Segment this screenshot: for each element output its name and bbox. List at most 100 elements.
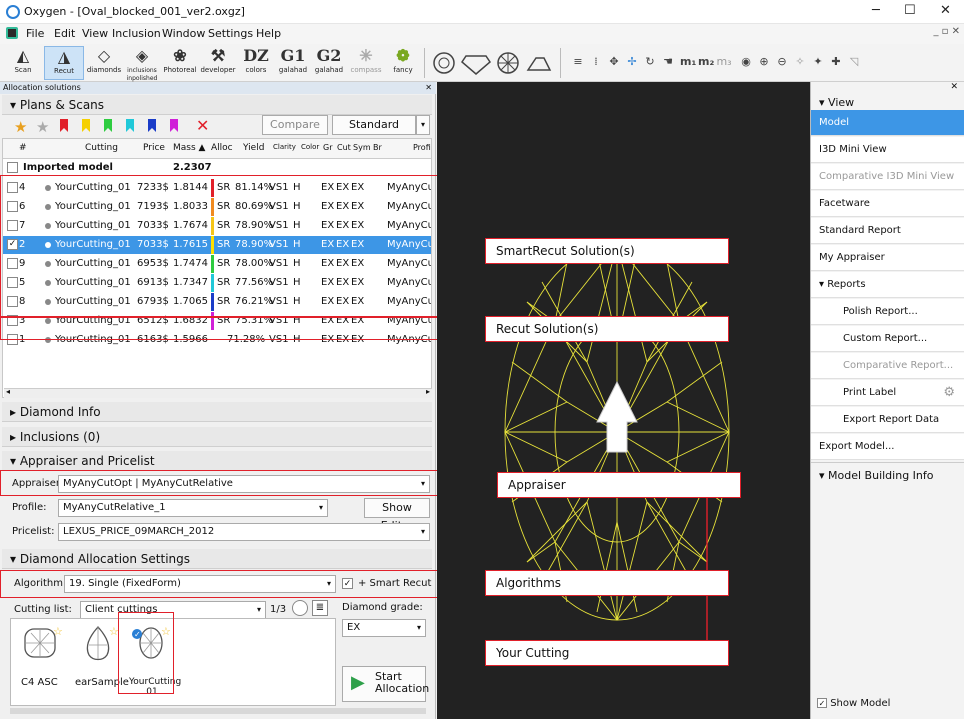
- diamonds-button[interactable]: ◇ diamonds: [86, 46, 122, 80]
- model-building-info-header[interactable]: ▾ Model Building Info: [811, 462, 964, 488]
- view-standard-report-item[interactable]: Standard Report: [811, 218, 964, 244]
- 3d-viewport[interactable]: SmartRecut Solution(s) Recut Solution(s)…: [437, 82, 810, 719]
- pricelist-select[interactable]: LEXUS_PRICE_09MARCH_2012 ▾: [58, 523, 430, 541]
- galahad-g2-button[interactable]: G2 galahad: [312, 46, 346, 80]
- inclusions-button[interactable]: ◈ inclusions inpolished: [124, 46, 160, 82]
- star-grey-icon[interactable]: ★: [36, 118, 49, 136]
- comparative-report-item[interactable]: Comparative Report...: [811, 353, 964, 379]
- galahad-g1-button[interactable]: G1 galahad: [276, 46, 310, 80]
- developer-button[interactable]: ⚒ developer: [200, 46, 236, 80]
- diamond-grade-label: Diamond grade:: [342, 602, 423, 613]
- panel-close-icon[interactable]: ✕: [425, 82, 432, 94]
- menu-file[interactable]: File: [26, 27, 44, 40]
- gear-icon[interactable]: ⚙: [943, 380, 955, 406]
- view-comparative-i3d-item[interactable]: Comparative I3D Mini View: [811, 164, 964, 190]
- export-model-item[interactable]: Export Model...: [811, 434, 964, 460]
- compass-button[interactable]: ✳ compass: [348, 46, 384, 80]
- chevron-down-icon: ▾: [416, 623, 421, 632]
- show-model-checkbox[interactable]: ✓: [817, 698, 827, 708]
- colors-button[interactable]: DZ colors: [238, 46, 274, 80]
- sparkle-icon[interactable]: ✦: [810, 54, 826, 70]
- compare-button[interactable]: Compare: [262, 115, 328, 135]
- app-menu-icon[interactable]: [6, 27, 18, 39]
- list-icon[interactable]: ≡: [570, 54, 586, 70]
- photoreal-button[interactable]: ❀ Photoreal: [162, 46, 198, 80]
- move-icon[interactable]: ✥: [606, 54, 622, 70]
- diamond-wireframe: [503, 243, 731, 659]
- close-icon[interactable]: ✕: [940, 3, 951, 18]
- scroll-right-icon[interactable]: ▸: [426, 387, 430, 396]
- menu-window[interactable]: Window: [162, 27, 205, 40]
- reports-section-header[interactable]: ▾ Reports: [811, 272, 964, 298]
- rotate-icon[interactable]: ↻: [642, 54, 658, 70]
- oxygen-app-icon: [6, 5, 20, 19]
- row-checkbox[interactable]: [7, 162, 18, 173]
- report-dropdown-button[interactable]: ▾: [416, 115, 430, 135]
- panel-scrollbar[interactable]: [10, 708, 426, 714]
- measure-m3-icon[interactable]: m₃: [716, 54, 732, 70]
- svg-text:☆: ☆: [53, 625, 63, 638]
- view-my-appraiser-item[interactable]: My Appraiser: [811, 245, 964, 271]
- profile-select[interactable]: MyAnyCutRelative_1 ▾: [58, 499, 328, 517]
- window-title: Oxygen - [Oval_blocked_001_ver2.oxgz]: [24, 5, 245, 18]
- inclusions-header[interactable]: ▸ Inclusions (0): [2, 427, 432, 447]
- recut-highlight: [0, 316, 454, 340]
- cursor-icon[interactable]: ◹: [846, 54, 862, 70]
- zoom-out-icon[interactable]: ⊖: [774, 54, 790, 70]
- measure-m1-icon[interactable]: m₁: [680, 54, 696, 70]
- appraiser-highlight: [0, 470, 480, 496]
- mdi-controls[interactable]: _ ▫ ✕: [933, 26, 960, 37]
- standard-report-button[interactable]: Standard Report: [332, 115, 416, 149]
- hand-icon[interactable]: ☚: [660, 54, 676, 70]
- appraiser-pricelist-header[interactable]: ▾ Appraiser and Pricelist: [2, 451, 432, 471]
- scan-button[interactable]: ◭ Scan: [4, 46, 42, 80]
- view-model-item[interactable]: Model: [811, 110, 964, 136]
- smartrecut-highlight: [0, 175, 454, 318]
- colors-icon: DZ: [243, 46, 269, 65]
- diamond-info-header[interactable]: ▸ Diamond Info: [2, 402, 432, 422]
- plans-scans-header[interactable]: ▾ Plans & Scans: [2, 95, 432, 115]
- list-view-icon[interactable]: ≣: [312, 600, 328, 616]
- measure-m2-icon[interactable]: m₂: [698, 54, 714, 70]
- play-icon: ▶: [351, 672, 365, 693]
- fancy-button[interactable]: ❁ fancy: [386, 46, 420, 80]
- recut-callout: Recut Solution(s): [485, 316, 729, 342]
- compass-icon: ✳: [359, 46, 373, 65]
- export-report-data-item[interactable]: Export Report Data: [811, 407, 964, 433]
- menu-help[interactable]: Help: [256, 27, 281, 40]
- cutting-c4-asc[interactable]: ☆ C4 ASC: [15, 623, 69, 703]
- menu-edit[interactable]: Edit: [54, 27, 75, 40]
- your-cutting-callout: Your Cutting: [485, 640, 729, 666]
- menu-inclusion[interactable]: Inclusion: [112, 27, 161, 40]
- view-i3d-mini-item[interactable]: I3D Mini View: [811, 137, 964, 163]
- recut-button[interactable]: ◮ Recut: [44, 46, 84, 80]
- panel-title: Allocation solutions ✕: [0, 82, 436, 94]
- circle-shape-icon[interactable]: [292, 600, 308, 616]
- toolbar-separator: [424, 48, 425, 78]
- star-gold-icon[interactable]: ★: [14, 118, 27, 136]
- diamond-grade-select[interactable]: EX ▾: [342, 619, 426, 637]
- scroll-left-icon[interactable]: ◂: [6, 387, 10, 396]
- zoom-in-icon[interactable]: ⊕: [756, 54, 772, 70]
- galahad-g1-icon: G1: [280, 46, 306, 65]
- show-editor-button[interactable]: Show Editor: [364, 498, 430, 532]
- menu-view[interactable]: View: [82, 27, 108, 40]
- column-icon[interactable]: ⁞: [588, 54, 604, 70]
- custom-report-item[interactable]: Custom Report...: [811, 326, 964, 352]
- diamond-allocation-header[interactable]: ▾ Diamond Allocation Settings: [2, 549, 432, 569]
- view-facetware-item[interactable]: Facetware: [811, 191, 964, 217]
- polish-report-item[interactable]: Polish Report...: [811, 299, 964, 325]
- menu-settings[interactable]: Settings: [208, 27, 253, 40]
- color-flags[interactable]: [58, 118, 190, 134]
- show-model-toggle[interactable]: ✓ Show Model: [817, 698, 890, 709]
- delete-x-icon[interactable]: ✕: [196, 116, 209, 135]
- print-label-item[interactable]: Print Label ⚙: [811, 380, 964, 406]
- maximize-icon[interactable]: ☐: [904, 3, 916, 18]
- start-allocation-button[interactable]: ▶ Start Allocation: [342, 666, 429, 702]
- light-icon[interactable]: ✧: [792, 54, 808, 70]
- table-horizontal-scrollbar[interactable]: ◂ ▸: [4, 387, 432, 398]
- eye-icon[interactable]: ◉: [738, 54, 754, 70]
- minimize-icon[interactable]: ─: [872, 3, 880, 18]
- star-icon[interactable]: ✚: [828, 54, 844, 70]
- pan-icon[interactable]: ✢: [624, 54, 640, 70]
